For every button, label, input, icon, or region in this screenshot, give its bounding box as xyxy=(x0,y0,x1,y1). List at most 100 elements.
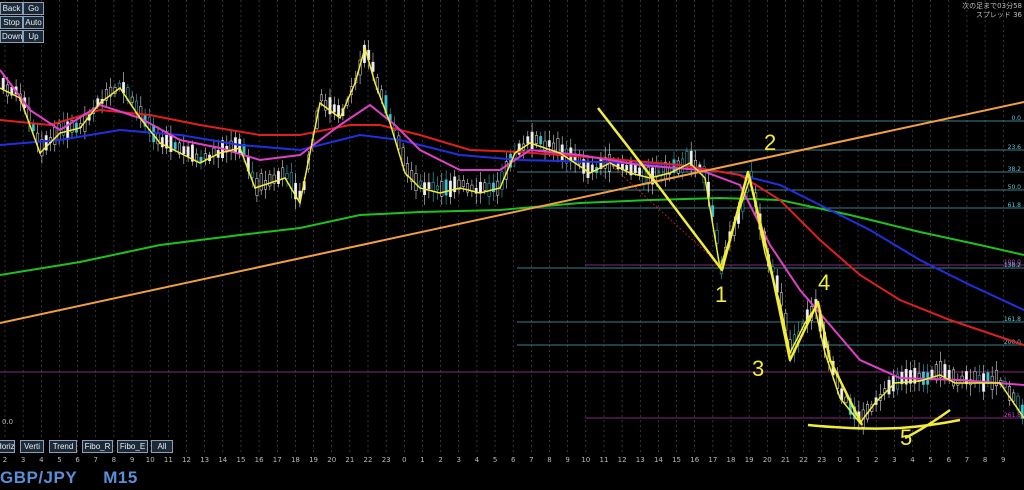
candle-body xyxy=(186,146,190,157)
candle-body xyxy=(414,173,418,191)
candle-body xyxy=(952,369,955,387)
time-tick-label: 17 xyxy=(273,456,282,464)
up-button[interactable]: Up xyxy=(23,30,44,43)
candle-body xyxy=(539,136,543,145)
candle-body xyxy=(53,127,57,145)
candle-body xyxy=(182,146,186,155)
time-tick-label: 21 xyxy=(345,456,354,464)
ma-base-line xyxy=(0,196,1024,276)
candle-body xyxy=(431,181,435,192)
time-tick-label: 2 xyxy=(438,456,442,464)
candle-body xyxy=(694,159,697,168)
fibonacci-level-label: 161.8 xyxy=(1004,316,1021,323)
time-tick-label: 19 xyxy=(309,456,318,464)
go-button[interactable]: Go xyxy=(23,2,44,15)
time-tick-label: 21 xyxy=(781,456,790,464)
time-tick-label: 1 xyxy=(420,456,424,464)
time-tick-label: 17 xyxy=(708,456,717,464)
time-tick-label: 8 xyxy=(547,456,551,464)
time-tick-label: 3 xyxy=(892,456,896,464)
verti-tool-button[interactable]: Verti xyxy=(20,440,44,453)
fibo-e-tool-button[interactable]: Fibo_E xyxy=(117,440,148,453)
trend-tool-button[interactable]: Trend xyxy=(49,440,77,453)
timeframe-label: M15 xyxy=(103,468,138,487)
candle-body xyxy=(930,369,934,377)
time-tick-label: 15 xyxy=(236,456,245,464)
time-tick-label: 22 xyxy=(364,456,373,464)
time-tick-label: 18 xyxy=(291,456,300,464)
candle-body xyxy=(6,84,9,97)
time-tick-label: 3 xyxy=(457,456,461,464)
time-tick-label: 6 xyxy=(75,456,80,464)
price-chart[interactable]: 0.023.638.250.061.8100.0138.2161.8200.02… xyxy=(0,0,1024,490)
candle-body xyxy=(427,182,431,190)
fibo-r-tool-button[interactable]: Fibo_R xyxy=(82,440,113,453)
candle-body xyxy=(371,61,375,72)
candle-body xyxy=(57,123,61,140)
candle-body xyxy=(281,167,285,179)
time-tick-label: 5 xyxy=(493,456,497,464)
candle-body xyxy=(749,171,753,178)
candle-body xyxy=(36,132,40,143)
down-button[interactable]: Down xyxy=(0,30,23,43)
horiz-tool-button[interactable]: Horiz xyxy=(0,440,15,453)
ma-fast-line xyxy=(0,45,1024,425)
candle-body xyxy=(251,171,255,178)
time-tick-label: 10 xyxy=(146,456,155,464)
candle-body xyxy=(934,364,938,381)
candle-body xyxy=(633,164,637,173)
candle-body xyxy=(319,94,323,102)
time-tick-label: 13 xyxy=(636,456,645,464)
candle-body xyxy=(444,179,448,196)
all-tool-button[interactable]: All xyxy=(151,440,173,453)
back-button[interactable]: Back xyxy=(0,2,23,15)
candle-body xyxy=(479,181,482,194)
candle-body xyxy=(530,131,534,149)
candle-body xyxy=(483,182,487,191)
time-tick-label: 19 xyxy=(745,456,754,464)
candle-body xyxy=(547,140,551,147)
candle-body xyxy=(229,140,233,151)
time-tick-label: 7 xyxy=(94,456,98,464)
left-value-label: 0.0 xyxy=(2,418,13,426)
time-tick-label: 7 xyxy=(965,456,969,464)
symbol-timeframe-label: GBP/JPY M15 xyxy=(0,468,164,488)
candle-body xyxy=(276,171,280,184)
time-tick-label: 8 xyxy=(983,456,987,464)
trading-chart-window: 0.0 23.6 38.2 50.0 61.8 100.0 138.2 161.8 200.0 2… xyxy=(0,0,1024,490)
time-tick-label: 0 xyxy=(838,456,842,464)
time-tick-label: 10 xyxy=(581,456,590,464)
candle-body xyxy=(332,104,336,113)
fibonacci-level-label: 61.8 xyxy=(1008,202,1022,209)
candle-body xyxy=(436,185,439,191)
candle-body xyxy=(440,181,444,197)
time-tick-label: 11 xyxy=(599,456,608,464)
time-tick-label: 15 xyxy=(672,456,681,464)
elliott-wave-zigzag xyxy=(597,107,864,426)
time-tick-label: 5 xyxy=(57,456,61,464)
moving-averages xyxy=(0,45,1024,425)
time-tick-label: 1 xyxy=(856,456,860,464)
candle-body xyxy=(461,180,465,187)
baseline-stroke xyxy=(807,418,961,430)
stop-button[interactable]: Stop xyxy=(0,16,23,29)
wave-label: 1 xyxy=(715,282,727,307)
time-tick-label: 13 xyxy=(200,456,209,464)
candle-body xyxy=(844,396,848,403)
fibonacci-level-label: 0.0 xyxy=(1011,115,1021,122)
candle-body xyxy=(625,165,629,171)
time-tick-label: 20 xyxy=(763,456,772,464)
time-tick-label: 3 xyxy=(21,456,25,464)
candle-body xyxy=(173,142,177,150)
candle-body xyxy=(1012,392,1016,402)
time-tick-label: 16 xyxy=(255,456,264,464)
candle-body xyxy=(526,136,530,144)
time-tick-label: 16 xyxy=(690,456,699,464)
symbol-label: GBP/JPY xyxy=(0,468,78,487)
time-tick-label: 6 xyxy=(511,456,516,464)
auto-button[interactable]: Auto xyxy=(23,16,44,29)
wave-label: 5 xyxy=(900,425,912,450)
fibonacci-level-label: 50.0 xyxy=(1008,184,1022,191)
candle-body xyxy=(418,180,422,186)
candle-body xyxy=(160,137,164,148)
